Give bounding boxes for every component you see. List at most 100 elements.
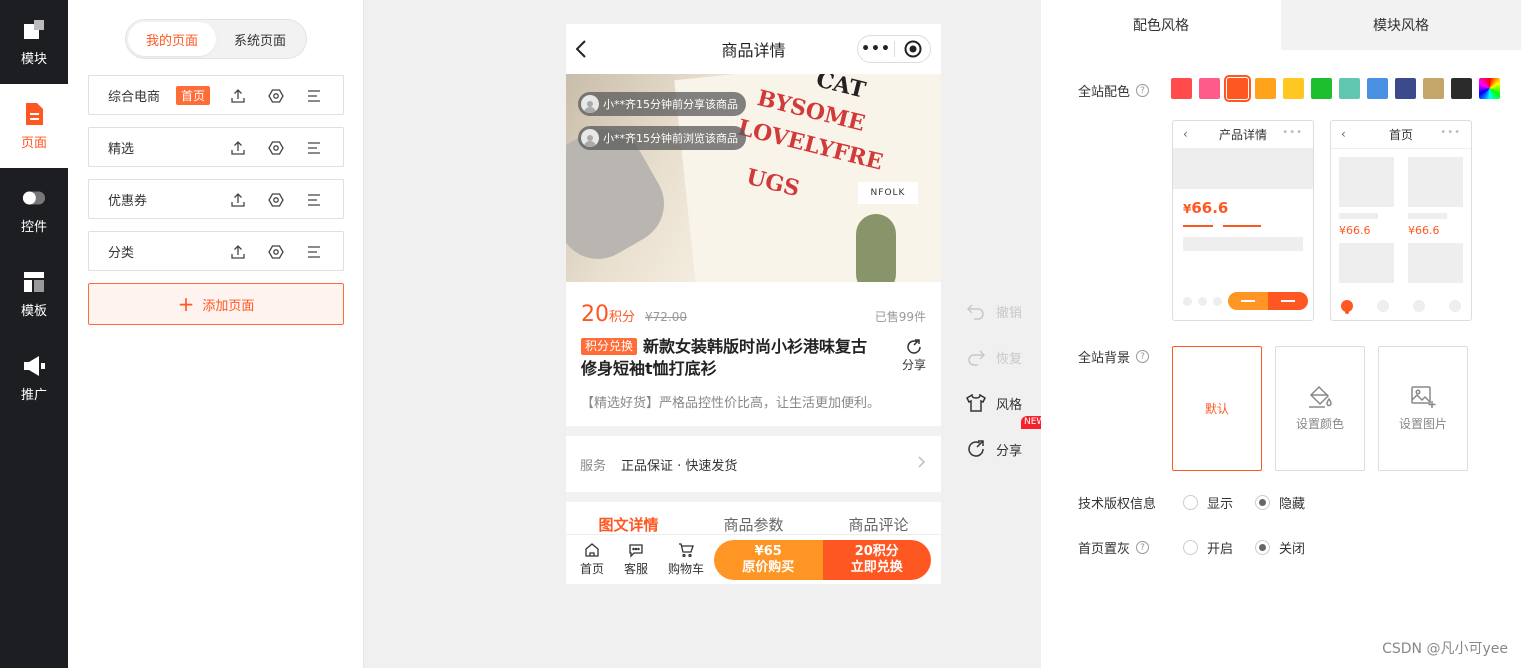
page-name: 优惠券 [108, 193, 148, 209]
nav-item-templates[interactable]: 模板 [0, 252, 68, 336]
color-swatch[interactable] [1311, 78, 1332, 99]
site-bg-label: 全站背景? [1078, 347, 1150, 366]
home-button[interactable]: 首页 [570, 542, 614, 577]
help-icon[interactable]: ? [1136, 350, 1150, 363]
preview-title: 产品详情 [1218, 128, 1267, 142]
nav-label: 模板 [20, 303, 47, 319]
color-swatch[interactable] [1283, 78, 1304, 99]
tab-module-style[interactable]: 模块风格 [1281, 0, 1521, 50]
copyright-label: 技术版权信息 [1078, 497, 1157, 512]
bg-color-option[interactable]: 设置颜色 [1275, 346, 1365, 471]
menu-icon[interactable] [305, 139, 323, 157]
buy-original-button[interactable]: ¥65 原价购买 [714, 540, 823, 580]
add-page-button[interactable]: + 添加页面 [88, 283, 344, 325]
share-icon [907, 339, 921, 354]
page-row[interactable]: 精选 [88, 127, 344, 167]
cart-button[interactable]: 购物车 [658, 542, 714, 577]
color-swatch-selected[interactable] [1224, 75, 1251, 102]
nav-label: 模块 [20, 51, 47, 67]
back-icon[interactable] [575, 40, 586, 62]
more-icon[interactable]: ••• [858, 41, 894, 57]
color-swatch[interactable] [1367, 78, 1388, 99]
copyright-hide-radio[interactable]: 隐藏 [1255, 493, 1305, 512]
redo-icon [968, 350, 986, 366]
page-row[interactable]: 分类 [88, 231, 344, 271]
color-swatch[interactable] [1451, 78, 1472, 99]
color-swatch[interactable] [1255, 78, 1276, 99]
gray-off-radio[interactable]: 关闭 [1255, 538, 1305, 557]
color-swatch[interactable] [1339, 78, 1360, 99]
plus-icon: + [177, 292, 195, 316]
style-panel: 配色风格 模块风格 全站配色? ‹ 产品详情 ••• ¥66.6 ‹ 首页 ••… [1041, 0, 1522, 668]
menu-icon[interactable] [305, 243, 323, 261]
share-tool-button[interactable]: 分享 [966, 426, 1036, 472]
activity-bubble: 小**齐15分钟前分享该商品 [578, 92, 746, 116]
settings-icon[interactable] [267, 243, 285, 261]
tab-system-pages[interactable]: 系统页面 [216, 22, 304, 56]
copyright-show-radio[interactable]: 显示 [1183, 493, 1233, 512]
gray-on-radio[interactable]: 开启 [1183, 538, 1233, 557]
upload-icon[interactable] [229, 243, 247, 261]
color-swatch[interactable] [1171, 78, 1192, 99]
service-button[interactable]: 客服 [614, 542, 658, 577]
redo-button[interactable]: 恢复 [966, 334, 1036, 380]
mini-program-capsule[interactable]: ••• [857, 35, 931, 63]
blocks-icon [22, 18, 46, 42]
settings-icon[interactable] [267, 191, 285, 209]
bg-default-option[interactable]: 默认 [1172, 346, 1262, 471]
color-swatches [1171, 75, 1500, 102]
home-icon [585, 543, 599, 557]
help-icon[interactable]: ? [1136, 541, 1150, 554]
preview-title: 首页 [1388, 128, 1413, 142]
settings-icon[interactable] [267, 139, 285, 157]
points-price: 20积分 [581, 302, 636, 327]
nav-item-controls[interactable]: 控件 [0, 168, 68, 252]
share-button[interactable]: 分享 [902, 338, 926, 373]
undo-button[interactable]: 撤销 [966, 288, 1036, 334]
custom-color-swatch[interactable] [1479, 78, 1500, 99]
sold-count: 已售99件 [874, 310, 926, 324]
image-add-icon [1411, 386, 1436, 408]
redeem-points-button[interactable]: 20积分 立即兑换 [822, 540, 931, 580]
phone-title: 商品详情 [721, 41, 786, 60]
page-name: 分类 [108, 245, 135, 261]
avatar-icon [581, 95, 599, 113]
phone-preview: 商品详情 ••• CAT BYSOME LOVELYFRE UGS NFOLK … [566, 24, 941, 584]
close-target-icon[interactable] [895, 40, 930, 58]
page-row[interactable]: 综合电商 首页 [88, 75, 344, 115]
color-swatch[interactable] [1423, 78, 1444, 99]
settings-icon[interactable] [267, 87, 285, 105]
nav-item-pages[interactable]: 页面 [0, 84, 68, 168]
bg-image-option[interactable]: 设置图片 [1378, 346, 1468, 471]
upload-icon[interactable] [229, 191, 247, 209]
product-title: 积分兑换 新款女装韩版时尚小衫港味复古修身短袖t恤打底衫 [581, 337, 868, 378]
bubble-text: 小**齐15分钟前分享该商品 [603, 98, 738, 111]
color-swatch[interactable] [1199, 78, 1220, 99]
nav-label: 推广 [20, 387, 47, 403]
toggle-icon [22, 186, 46, 210]
share-icon [968, 440, 984, 457]
nav-item-modules[interactable]: 模块 [0, 0, 68, 84]
pages-panel: 我的页面 系统页面 综合电商 首页 精选 优惠券 分类 + 添加页面 [68, 0, 364, 668]
nav-item-promotion[interactable]: 推广 [0, 336, 68, 420]
upload-icon[interactable] [229, 139, 247, 157]
service-value: 正品保证 · 快速发货 [621, 458, 738, 474]
main-nav: 模块 页面 控件 模板 推广 [0, 0, 68, 668]
preview-price: 66.6 [1191, 199, 1229, 217]
nav-label: 控件 [20, 219, 47, 235]
style-tabs: 配色风格 模块风格 [1041, 0, 1522, 50]
upload-icon[interactable] [229, 87, 247, 105]
tab-color-style[interactable]: 配色风格 [1041, 0, 1281, 50]
page-name: 精选 [108, 141, 135, 157]
menu-icon[interactable] [305, 87, 323, 105]
color-swatch[interactable] [1395, 78, 1416, 99]
page-row[interactable]: 优惠券 [88, 179, 344, 219]
service-row[interactable]: 服务 正品保证 · 快速发货 [566, 436, 941, 492]
template-icon [22, 270, 46, 294]
menu-icon[interactable] [305, 191, 323, 209]
help-icon[interactable]: ? [1136, 84, 1150, 97]
add-page-label: 添加页面 [202, 298, 255, 314]
chevron-right-icon [918, 456, 926, 472]
tab-my-pages[interactable]: 我的页面 [128, 22, 216, 56]
paint-bucket-icon [1309, 385, 1332, 408]
